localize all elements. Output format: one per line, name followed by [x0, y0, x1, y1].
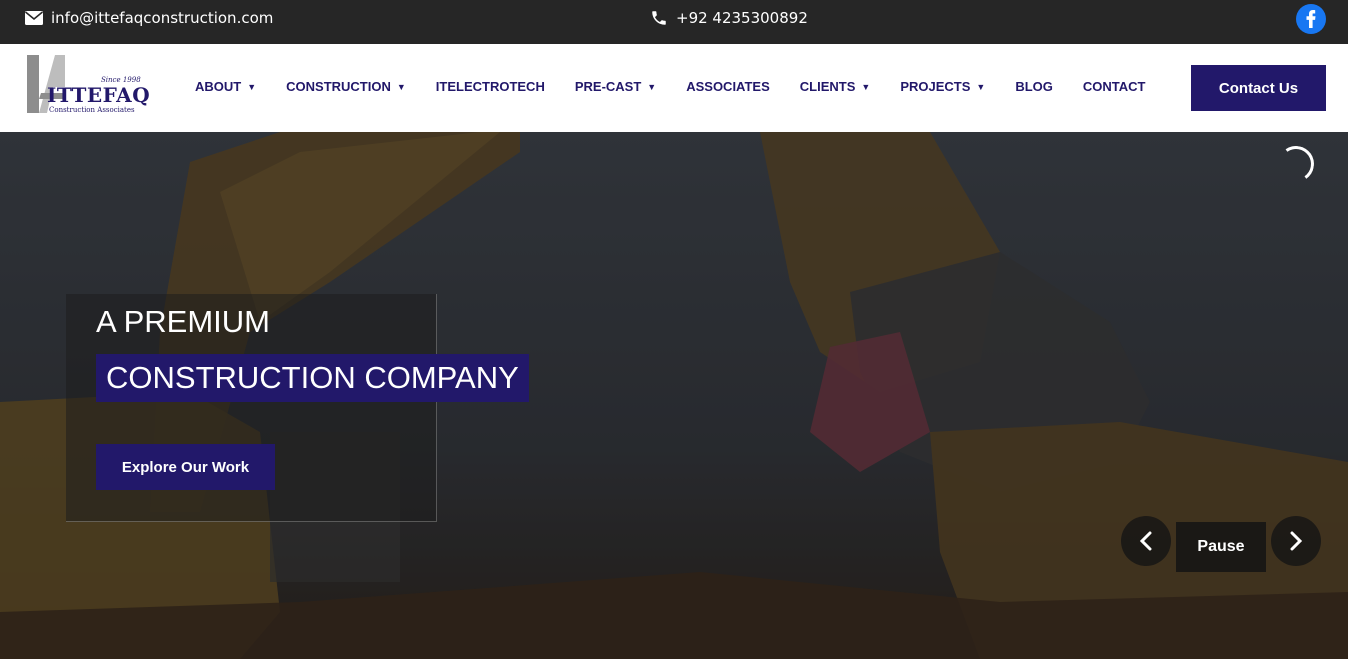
contact-us-button[interactable]: Contact Us [1191, 65, 1326, 111]
dropdown-caret-icon: ▼ [976, 81, 986, 92]
phone-icon [652, 11, 666, 25]
phone-text: +92 4235300892 [676, 9, 808, 27]
chevron-left-icon [1139, 531, 1152, 551]
envelope-icon [25, 11, 43, 25]
hero-heading-line2: CONSTRUCTION COMPANY [96, 354, 529, 402]
phone-link[interactable]: +92 4235300892 [650, 9, 808, 27]
nav-item-label: PRE-CAST [574, 79, 642, 94]
dropdown-caret-icon: ▼ [247, 81, 257, 92]
nav-item-label: ABOUT [195, 79, 242, 94]
nav-item-about[interactable]: ABOUT ▼ [195, 79, 256, 94]
primary-menu: ABOUT ▼ CONSTRUCTION ▼ ITELECTROTECH PRE… [195, 79, 1175, 94]
logo-tagline: Construction Associates [49, 106, 135, 114]
dropdown-caret-icon: ▼ [647, 81, 657, 92]
nav-item-label: ITELECTROTECH [435, 79, 545, 94]
logo-text: ITTEFAQ [47, 83, 151, 107]
facebook-icon [1306, 10, 1316, 28]
main-navbar: Since 1998 ITTEFAQ Construction Associat… [0, 44, 1348, 132]
hero-heading-line1: A PREMIUM [96, 304, 270, 339]
site-logo[interactable]: Since 1998 ITTEFAQ Construction Associat… [25, 53, 150, 119]
nav-item-construction[interactable]: CONSTRUCTION ▼ [286, 79, 406, 94]
nav-item-label: CONTACT [1082, 79, 1146, 94]
chevron-right-icon [1290, 531, 1303, 551]
nav-item-itelectrotech[interactable]: ITELECTROTECH [436, 79, 545, 94]
hero-slider: A PREMIUM CONSTRUCTION COMPANY Explore O… [0, 132, 1348, 659]
email-link[interactable]: info@ittefaqconstruction.com [25, 9, 273, 27]
email-text: info@ittefaqconstruction.com [51, 9, 274, 27]
dropdown-caret-icon: ▼ [396, 81, 406, 92]
facebook-link[interactable] [1296, 4, 1326, 34]
nav-item-label: BLOG [1015, 79, 1053, 94]
slider-next-button[interactable] [1271, 516, 1321, 566]
slider-pause-button[interactable]: Pause [1176, 522, 1266, 572]
nav-item-label: PROJECTS [900, 79, 971, 94]
dropdown-caret-icon: ▼ [861, 81, 871, 92]
nav-item-blog[interactable]: BLOG [1015, 79, 1053, 94]
nav-item-label: CONSTRUCTION [286, 79, 391, 94]
top-bar: info@ittefaqconstruction.com +92 4235300… [0, 0, 1348, 44]
nav-item-projects[interactable]: PROJECTS ▼ [900, 79, 985, 94]
nav-item-label: ASSOCIATES [686, 79, 770, 94]
nav-item-clients[interactable]: CLIENTS ▼ [800, 79, 871, 94]
nav-item-label: CLIENTS [799, 79, 856, 94]
nav-item-contact[interactable]: CONTACT [1083, 79, 1146, 94]
nav-item-associates[interactable]: ASSOCIATES [686, 79, 770, 94]
slider-prev-button[interactable] [1121, 516, 1171, 566]
nav-item-pre-cast[interactable]: PRE-CAST ▼ [575, 79, 656, 94]
explore-our-work-button[interactable]: Explore Our Work [96, 444, 275, 490]
